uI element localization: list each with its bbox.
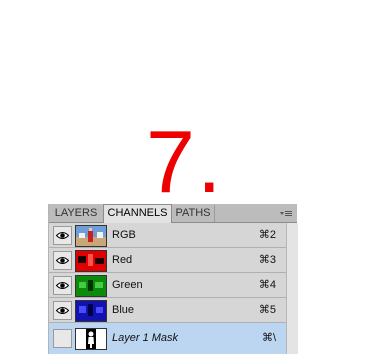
- channel-row-green[interactable]: Green ⌘4: [49, 273, 286, 298]
- mask-thumbnail: [75, 328, 107, 350]
- channel-list: RGB ⌘2 Red ⌘3 Green ⌘4 Blue ⌘5 Layer 1 M…: [49, 223, 286, 354]
- visibility-toggle[interactable]: [53, 276, 72, 295]
- visibility-toggle[interactable]: [53, 251, 72, 270]
- channel-label: Red: [112, 254, 133, 266]
- channel-label: Layer 1 Mask: [112, 332, 179, 344]
- tab-layers[interactable]: LAYERS: [49, 205, 104, 222]
- channel-label: Blue: [112, 304, 135, 316]
- channel-row-layer-mask[interactable]: Layer 1 Mask ⌘\: [49, 323, 286, 354]
- tab-paths[interactable]: PATHS: [172, 205, 215, 222]
- channel-shortcut: ⌘2: [258, 229, 276, 241]
- channel-shortcut: ⌘5: [258, 304, 276, 316]
- eye-icon: [56, 307, 69, 314]
- eye-icon: [56, 257, 69, 264]
- channel-shortcut: ⌘\: [261, 332, 276, 344]
- channel-row-blue[interactable]: Blue ⌘5: [49, 298, 286, 323]
- channel-label: RGB: [112, 229, 136, 241]
- visibility-toggle[interactable]: [53, 301, 72, 320]
- panel-tab-bar: LAYERS CHANNELS PATHS: [49, 204, 297, 224]
- rgb-thumbnail: [75, 225, 107, 247]
- channels-panel: LAYERS CHANNELS PATHS RGB ⌘2 Red ⌘3 Gree…: [48, 204, 298, 354]
- red-thumbnail: [75, 250, 107, 272]
- eye-icon: [56, 282, 69, 289]
- channel-row-red[interactable]: Red ⌘3: [49, 248, 286, 273]
- green-thumbnail: [75, 275, 107, 297]
- panel-scrollbar[interactable]: [286, 223, 298, 354]
- channel-shortcut: ⌘4: [258, 279, 276, 291]
- channel-shortcut: ⌘3: [258, 254, 276, 266]
- eye-icon: [56, 232, 69, 239]
- visibility-toggle[interactable]: [53, 226, 72, 245]
- tab-channels[interactable]: CHANNELS: [103, 204, 172, 224]
- visibility-toggle[interactable]: [53, 329, 72, 348]
- channel-row-rgb[interactable]: RGB ⌘2: [49, 223, 286, 248]
- step-number: 7.: [146, 112, 224, 211]
- blue-thumbnail: [75, 300, 107, 322]
- panel-menu-icon[interactable]: [279, 207, 293, 218]
- channel-label: Green: [112, 279, 143, 291]
